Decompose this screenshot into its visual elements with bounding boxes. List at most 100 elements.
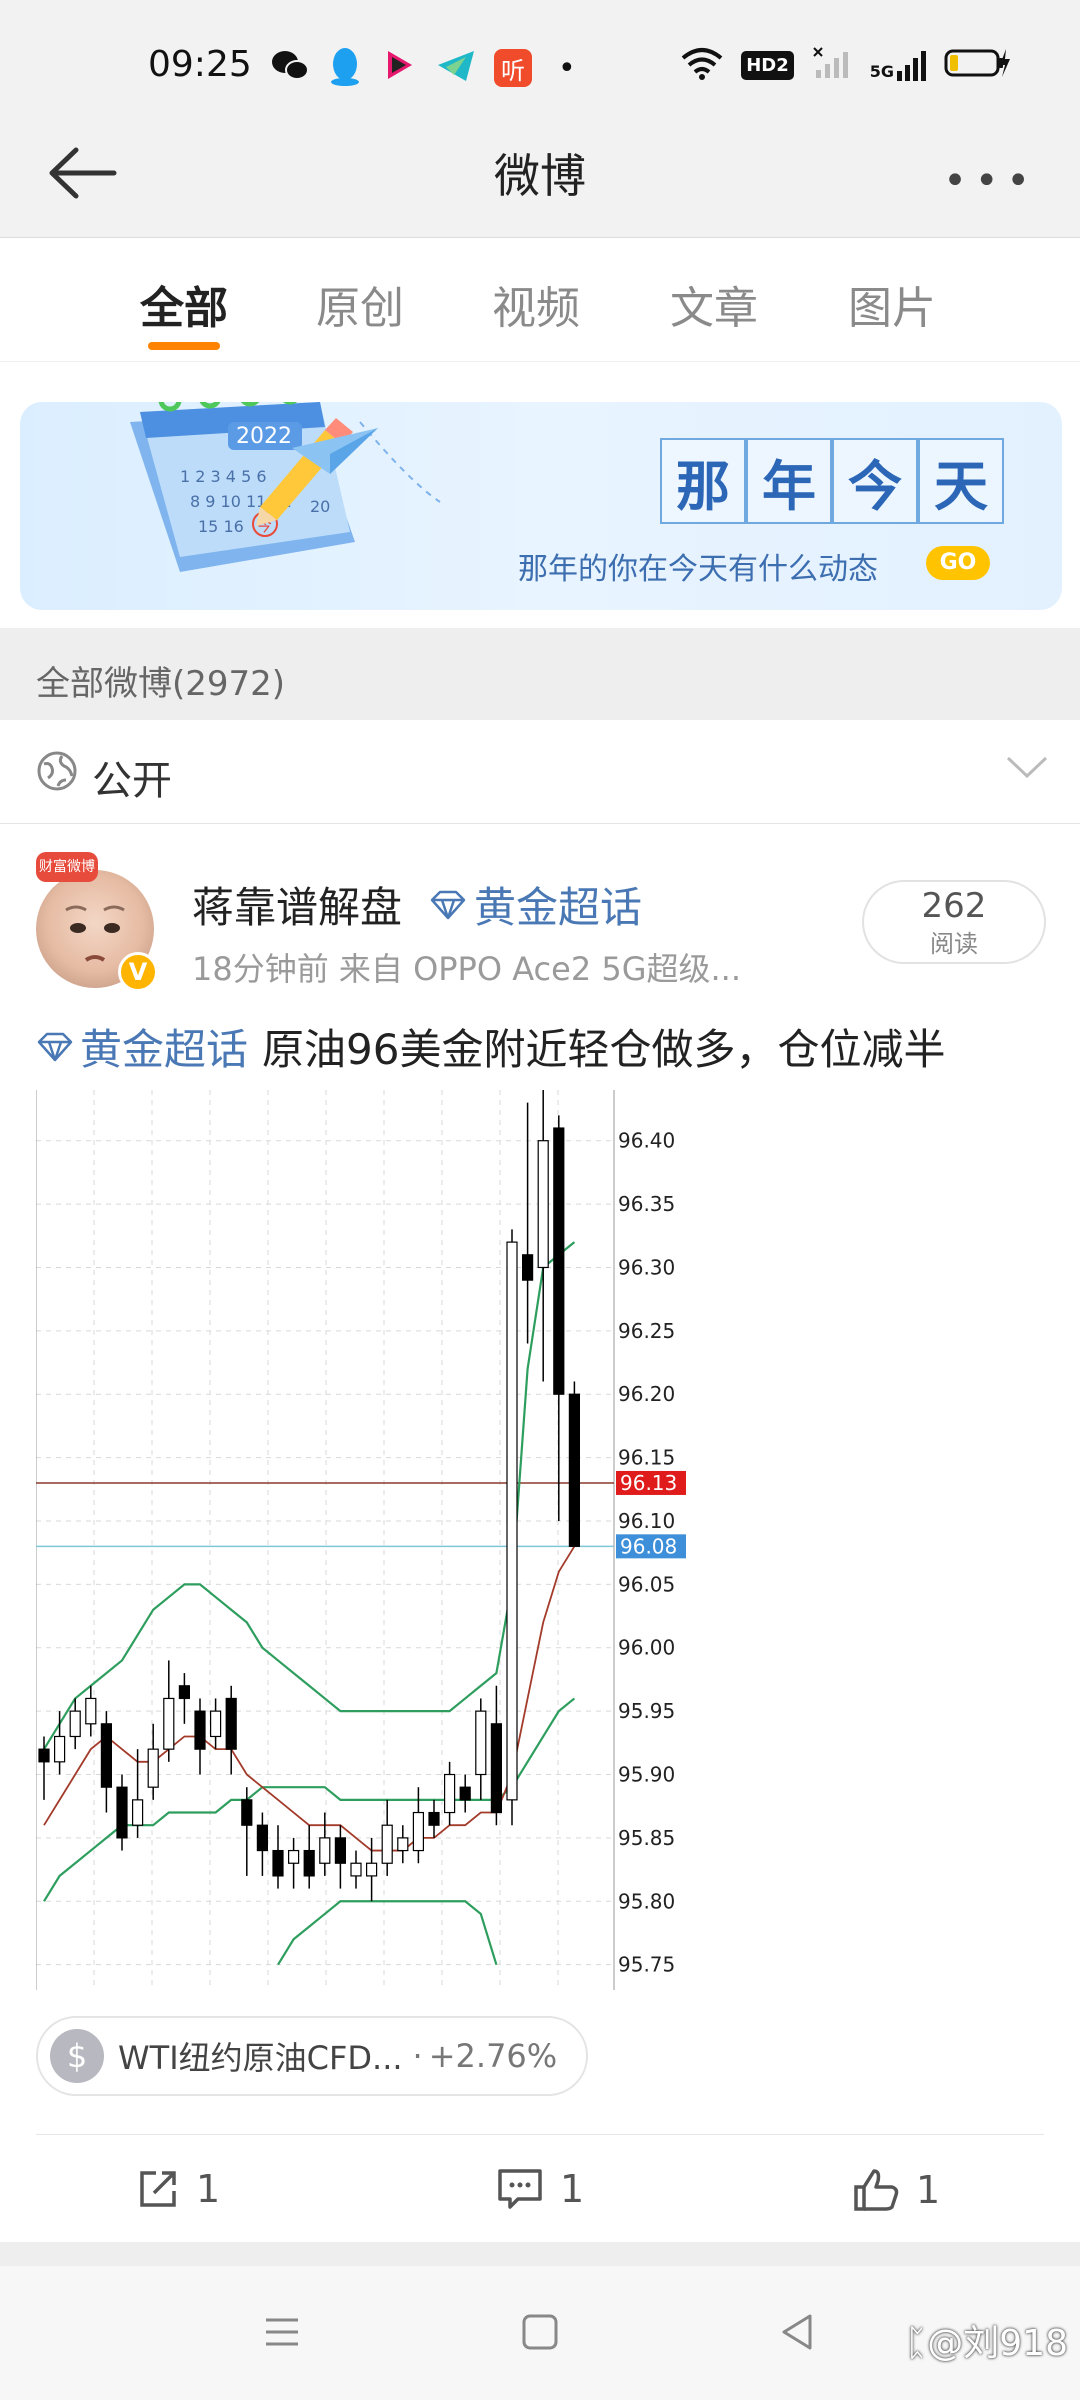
read-count-pill: 262 阅读 [862, 880, 1046, 964]
signal-off-icon [812, 46, 852, 84]
status-bar: 09:25 听 • HD2 5G [0, 0, 1080, 110]
chart-candle-body [272, 1849, 284, 1877]
chart-candle-body [210, 1710, 222, 1738]
wifi-icon [681, 46, 723, 84]
chart-y-tick-label: 96.10 [618, 1509, 675, 1533]
verified-badge: V [118, 952, 158, 992]
chart-candle-body [147, 1748, 159, 1788]
dollar-icon: $ [50, 2029, 104, 2083]
thumbs-up-icon [854, 2169, 899, 2211]
chart-candle-body [69, 1710, 81, 1738]
signal-5g-icon: 5G [870, 49, 926, 81]
tab-bar: 全部 原创 视频 文章 图片 [0, 238, 1080, 362]
active-tab-indicator [148, 342, 220, 350]
tab-video[interactable]: 视频 [492, 272, 580, 336]
chart-candle-body [225, 1697, 237, 1750]
chart-candle-body [178, 1685, 190, 1700]
calendar-year: 2022 [236, 424, 292, 449]
chart-y-tick-label: 96.20 [618, 1382, 675, 1406]
back-nav-icon[interactable] [776, 2310, 820, 2354]
banner-title-char: 今 [832, 438, 918, 524]
chart-candle-body [537, 1140, 549, 1269]
chart-candle-body [444, 1773, 456, 1814]
chart-candle-body [319, 1837, 331, 1864]
chart-candle-body [522, 1254, 534, 1281]
dot-icon: • [558, 50, 576, 86]
chart-y-tick-label: 95.75 [618, 1953, 675, 1977]
chart-candle-body [412, 1811, 424, 1852]
home-icon[interactable] [518, 2310, 562, 2354]
user-name[interactable]: 蒋靠谱解盘 [192, 874, 402, 935]
more-button[interactable]: ••• [943, 158, 1038, 204]
banner-title-char: 年 [746, 438, 832, 524]
tab-all[interactable]: 全部 [140, 272, 228, 336]
avatar-badge: 财富微博 [36, 852, 98, 882]
system-nav-bar: ᛈ@刘918 [0, 2266, 1080, 2400]
chevron-down-icon [1006, 756, 1048, 779]
screen: 09:25 听 • HD2 5G 微博 ••• 全部 原创 视频 文章 图片 2… [0, 0, 1080, 2400]
battery-icon [944, 47, 1010, 83]
hashtag-label: 黄金超话 [80, 1025, 249, 1074]
weibo-count-header: 全部微博(2972) [0, 628, 1080, 720]
comment-icon [498, 2169, 542, 2209]
chart-candle-body [288, 1849, 300, 1864]
chart-candle-body [116, 1786, 128, 1839]
chart-candle-body [366, 1862, 378, 1877]
memory-banner-section: 2022 1 2 3 4 5 6 8 9 10 11 12 15 16 今 20… [0, 362, 1080, 628]
chart-y-tick-label: 95.95 [618, 1699, 675, 1723]
status-app-icons: 听 • [270, 46, 576, 90]
like-button[interactable]: 1 [852, 2167, 940, 2213]
chart-candle-body [131, 1799, 144, 1826]
chart-candle-body [38, 1748, 50, 1763]
title-bar: 微博 ••• [0, 110, 1080, 238]
svg-text:20: 20 [310, 497, 330, 516]
paper-plane-icon [292, 428, 378, 474]
candlestick-chart-image[interactable]: 96.40 96.35 96.30 96.25 96.20 96.15 96.10 96.05… [36, 1090, 696, 1990]
chart-candle-body [490, 1723, 502, 1814]
hd-icon: HD2 [741, 50, 794, 80]
chart-y-tick-label: 95.80 [618, 1889, 675, 1913]
stock-separator: · [412, 2037, 423, 2075]
banner-title-char: 天 [918, 438, 1004, 524]
post-card: 财富微博 V 蒋靠谱解盘 黄金超话 18分钟前 来自 OPPO Ace2 5G超… [0, 824, 1080, 2242]
chart-candle-body [303, 1849, 315, 1877]
banner-subtitle: 那年的你在今天有什么动态 [518, 552, 878, 587]
chart-candle-body [256, 1824, 268, 1852]
memory-banner[interactable]: 2022 1 2 3 4 5 6 8 9 10 11 12 15 16 今 20… [20, 402, 1062, 610]
chart-candle-body [194, 1710, 206, 1750]
status-system-icons: HD2 5G [681, 46, 1010, 84]
post-text: 黄金超话 原油96美金附近轻仓做多，仓位减半 [36, 1016, 945, 1077]
banner-title: 那 年 今 天 [660, 438, 1004, 524]
weibo-count-label: 全部微博(2972) [36, 664, 286, 704]
visibility-filter[interactable]: 公开 [0, 720, 1080, 824]
chart-candle-body [334, 1837, 346, 1864]
tiktok-like-icon [380, 47, 418, 89]
chart-y-tick-label: 96.30 [618, 1255, 675, 1279]
chart-candle-body [163, 1697, 175, 1750]
like-count: 1 [916, 2168, 941, 2212]
comment-count: 1 [560, 2167, 585, 2211]
chart-y-tick-label: 96.35 [618, 1192, 675, 1216]
hashtag-link[interactable]: 黄金超话 [36, 1016, 248, 1077]
chart-candle-body [241, 1799, 253, 1826]
tab-original[interactable]: 原创 [316, 272, 404, 336]
comment-button[interactable]: 1 [496, 2167, 584, 2211]
tab-article[interactable]: 文章 [670, 272, 758, 336]
diamond-icon [37, 1032, 73, 1061]
banner-go-button[interactable]: GO [926, 546, 990, 580]
stock-card[interactable]: $ WTI纽约原油CFD... · +2.76% [36, 2016, 588, 2096]
read-label: 阅读 [930, 930, 978, 958]
post-body: 原油96美金附近轻仓做多，仓位减半 [262, 1025, 946, 1074]
post-actions: 1 1 1 [36, 2134, 1044, 2242]
chart-candle-body [506, 1241, 518, 1801]
chart-candle-body [85, 1697, 97, 1725]
chart-candle-body [428, 1811, 440, 1826]
tab-images[interactable]: 图片 [848, 272, 936, 336]
menu-icon[interactable] [260, 2310, 304, 2354]
stock-name: WTI纽约原油CFD... [118, 2039, 403, 2077]
topic-badge[interactable]: 黄金超话 [430, 874, 642, 935]
svg-text:1 2 3 4 5 6: 1 2 3 4 5 6 [180, 467, 267, 486]
chart-y-tick-label: 96.15 [618, 1446, 675, 1470]
repost-button[interactable]: 1 [136, 2167, 220, 2211]
qq-icon [328, 46, 362, 90]
